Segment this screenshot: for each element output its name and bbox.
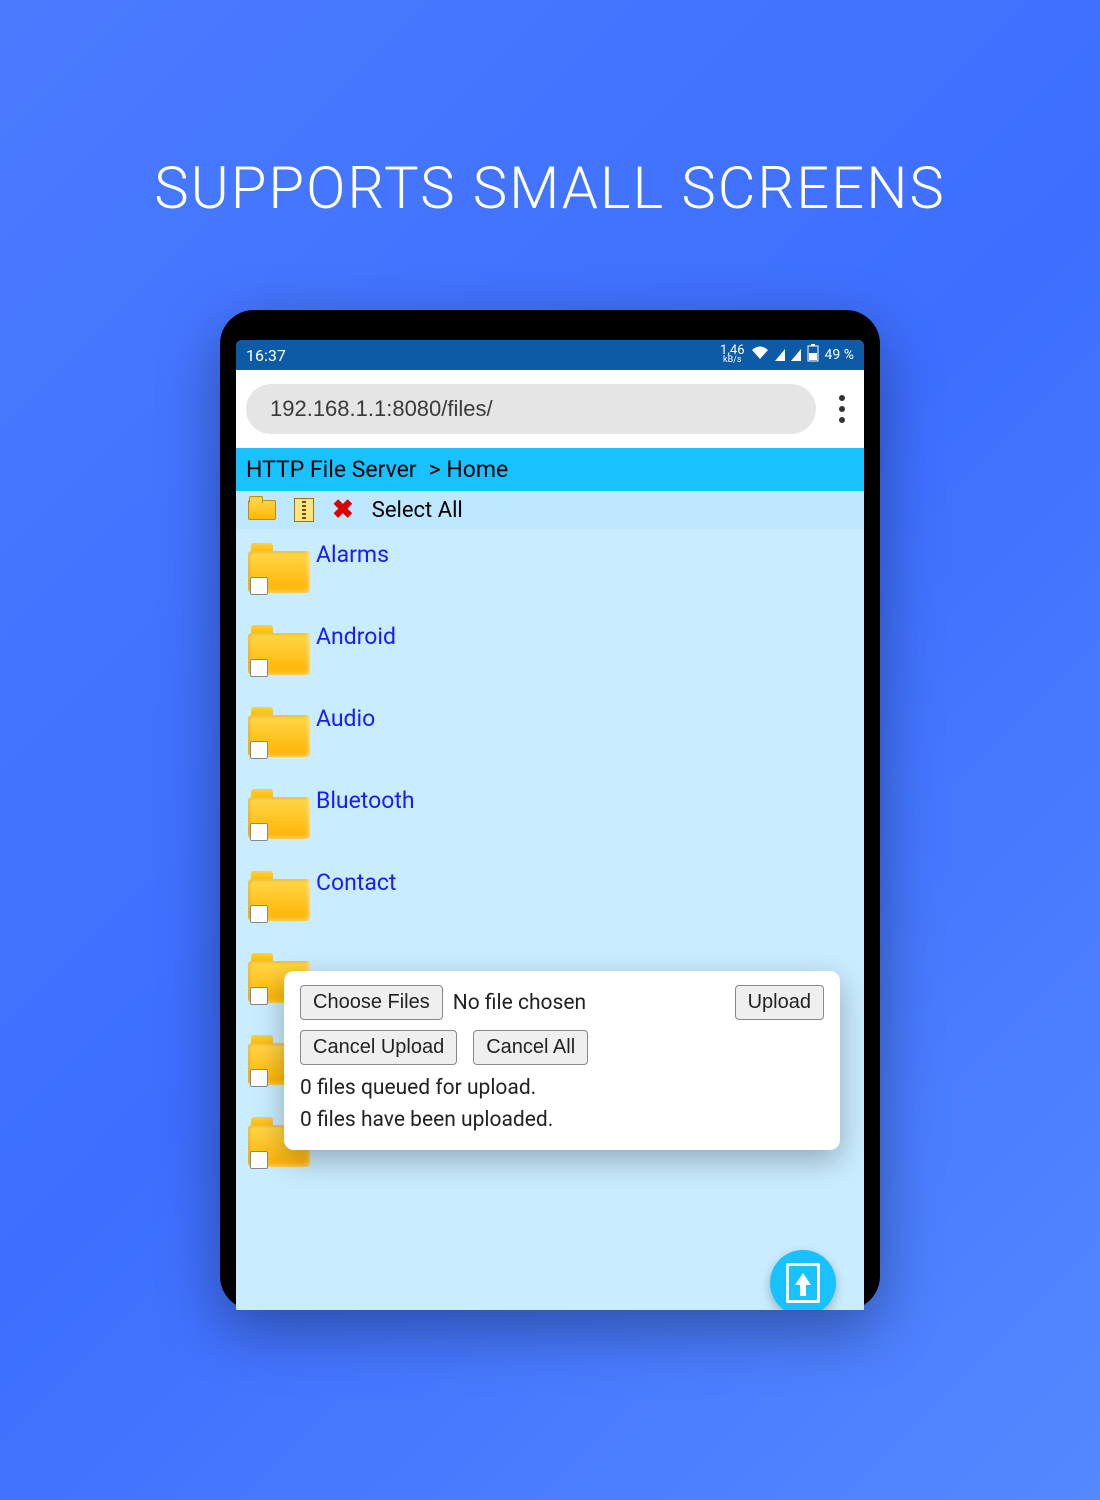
- kebab-menu-icon[interactable]: [830, 395, 854, 423]
- signal-icon-2: [791, 349, 801, 361]
- page-header: HTTP File Server > Home: [236, 448, 864, 491]
- folder-icon: [248, 543, 310, 593]
- checkbox[interactable]: [250, 659, 268, 677]
- checkbox[interactable]: [250, 823, 268, 841]
- folder-icon: [248, 871, 310, 921]
- choose-files-button[interactable]: Choose Files: [300, 985, 443, 1020]
- status-speed: 1,46 kB/s: [720, 346, 744, 365]
- upload-icon: [786, 1263, 820, 1303]
- folder-name[interactable]: Bluetooth: [316, 787, 415, 814]
- checkbox[interactable]: [250, 987, 268, 1005]
- folder-icon: [248, 707, 310, 757]
- battery-icon: [807, 344, 819, 366]
- toolbar: ✖ Select All: [236, 491, 864, 529]
- upload-button[interactable]: Upload: [735, 985, 824, 1020]
- folder-name[interactable]: Android: [316, 623, 396, 650]
- list-item[interactable]: Android: [248, 625, 852, 675]
- browser-url-row: 192.168.1.1:8080/files/: [236, 370, 864, 448]
- folder-name[interactable]: Audio: [316, 705, 375, 732]
- list-item[interactable]: Audio: [248, 707, 852, 757]
- new-folder-icon[interactable]: [248, 500, 276, 520]
- list-item[interactable]: Bluetooth: [248, 789, 852, 839]
- cancel-upload-button[interactable]: Cancel Upload: [300, 1030, 457, 1065]
- promo-headline: SUPPORTS SMALL SCREENS: [0, 155, 1100, 223]
- breadcrumb[interactable]: > Home: [429, 456, 509, 483]
- file-list: Alarms Android Audio Bluetooth Contact: [236, 529, 864, 1310]
- select-all-button[interactable]: Select All: [372, 498, 463, 523]
- folder-icon: [248, 625, 310, 675]
- list-item[interactable]: Contact: [248, 871, 852, 921]
- status-bar: 16:37 1,46 kB/s 49 %: [236, 340, 864, 370]
- checkbox[interactable]: [250, 905, 268, 923]
- upload-queued-status: 0 files queued for upload.: [300, 1073, 824, 1105]
- url-bar[interactable]: 192.168.1.1:8080/files/: [246, 384, 816, 434]
- checkbox[interactable]: [250, 577, 268, 595]
- screen: 16:37 1,46 kB/s 49 % 192.168.1.1:80: [236, 340, 864, 1310]
- device-frame: 16:37 1,46 kB/s 49 % 192.168.1.1:80: [220, 310, 880, 1310]
- no-file-chosen-label: No file chosen: [453, 991, 586, 1015]
- signal-icon: [775, 349, 785, 361]
- upload-uploaded-status: 0 files have been uploaded.: [300, 1105, 824, 1137]
- cancel-all-button[interactable]: Cancel All: [473, 1030, 588, 1065]
- folder-name[interactable]: Contact: [316, 869, 396, 896]
- battery-percent: 49 %: [825, 347, 854, 363]
- delete-icon[interactable]: ✖: [332, 497, 354, 523]
- app-title: HTTP File Server: [246, 456, 417, 483]
- upload-panel: Choose Files No file chosen Upload Cance…: [284, 971, 840, 1150]
- folder-name[interactable]: Alarms: [316, 541, 389, 568]
- upload-fab[interactable]: [770, 1250, 836, 1310]
- status-time: 16:37: [246, 346, 286, 365]
- list-item[interactable]: Alarms: [248, 543, 852, 593]
- checkbox[interactable]: [250, 1151, 268, 1169]
- zip-icon[interactable]: [294, 498, 314, 522]
- checkbox[interactable]: [250, 1069, 268, 1087]
- folder-icon: [248, 789, 310, 839]
- wifi-icon: [751, 346, 769, 364]
- checkbox[interactable]: [250, 741, 268, 759]
